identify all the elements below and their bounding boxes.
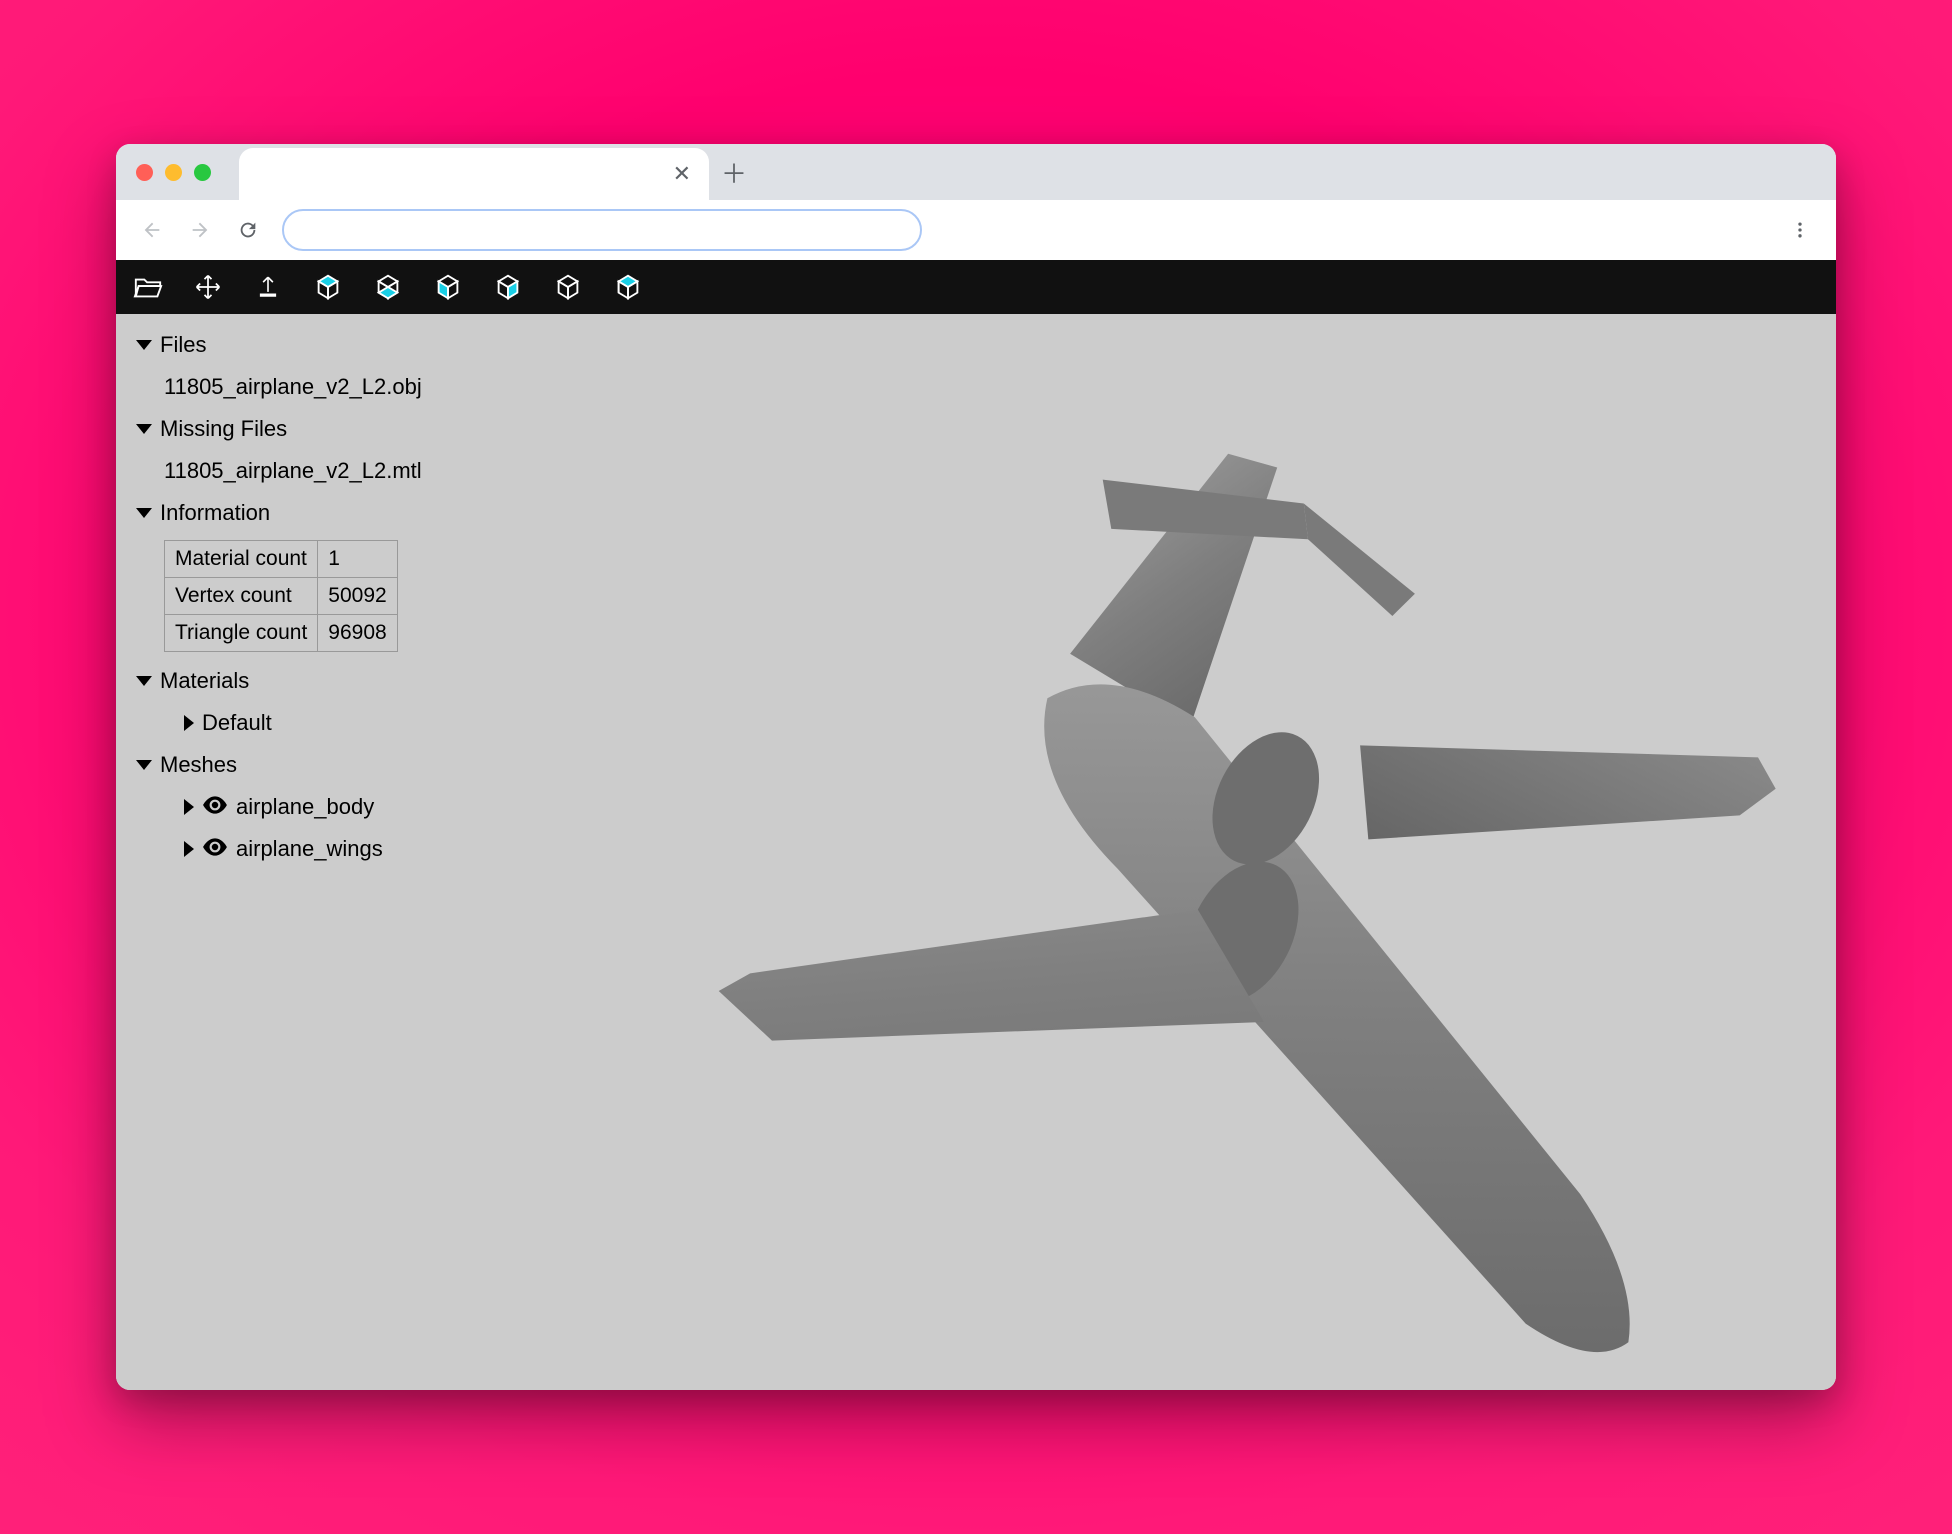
browser-address-bar[interactable] [282,209,922,251]
meshes-section-header[interactable]: Meshes [130,744,606,786]
visibility-toggle-icon[interactable] [202,794,228,820]
export-icon [255,274,281,300]
move-button[interactable] [190,269,226,305]
mesh-name: airplane_body [236,794,374,820]
window-minimize-button[interactable] [165,164,182,181]
nav-forward-button[interactable] [180,210,220,250]
window-zoom-button[interactable] [194,164,211,181]
chevron-right-icon [184,799,194,815]
mesh-item[interactable]: airplane_body [130,786,606,828]
meshes-heading: Meshes [160,752,237,778]
browser-nav-bar [116,200,1836,260]
info-label: Triangle count [165,615,318,652]
browser-tab[interactable]: ✕ [239,148,709,200]
materials-section-header[interactable]: Materials [130,660,606,702]
info-value: 96908 [318,615,397,652]
cube-mode-4-button[interactable] [490,269,526,305]
missing-files-heading: Missing Files [160,416,287,442]
chevron-down-icon [136,676,152,686]
table-row: Material count 1 [165,541,398,578]
missing-files-section-header[interactable]: Missing Files [130,408,606,450]
browser-tab-strip: ✕ ＋ [116,144,1836,200]
side-panel: Files 11805_airplane_v2_L2.obj Missing F… [116,314,606,1390]
cube-mode-2-icon [373,272,403,302]
window-traffic-lights [136,164,211,181]
info-label: Material count [165,541,318,578]
file-name: 11805_airplane_v2_L2.obj [164,374,422,400]
cube-mode-3-icon [433,272,463,302]
table-row: Triangle count 96908 [165,615,398,652]
file-item[interactable]: 11805_airplane_v2_L2.obj [130,366,606,408]
files-heading: Files [160,332,206,358]
mesh-item[interactable]: airplane_wings [130,828,606,870]
mesh-name: airplane_wings [236,836,383,862]
viewer-body: Files 11805_airplane_v2_L2.obj Missing F… [116,314,1836,1390]
close-tab-icon[interactable]: ✕ [673,161,691,187]
move-icon [194,273,222,301]
info-value: 1 [318,541,397,578]
information-table: Material count 1 Vertex count 50092 Tria… [164,540,398,652]
chevron-right-icon [184,715,194,731]
viewport-3d[interactable] [606,314,1836,1390]
nav-reload-button[interactable] [228,210,268,250]
browser-window: ✕ ＋ [116,144,1836,1390]
info-label: Vertex count [165,578,318,615]
cube-mode-4-icon [493,272,523,302]
chevron-down-icon [136,424,152,434]
chevron-down-icon [136,340,152,350]
information-section-header[interactable]: Information [130,492,606,534]
cube-mode-1-button[interactable] [310,269,346,305]
missing-file-name: 11805_airplane_v2_L2.mtl [164,458,422,484]
open-folder-button[interactable] [130,269,166,305]
info-value: 50092 [318,578,397,615]
window-close-button[interactable] [136,164,153,181]
visibility-toggle-icon[interactable] [202,836,228,862]
missing-file-item[interactable]: 11805_airplane_v2_L2.mtl [130,450,606,492]
cube-mode-5-button[interactable] [550,269,586,305]
arrow-left-icon [141,219,163,241]
cube-mode-5-icon [553,272,583,302]
browser-menu-button[interactable] [1780,210,1820,250]
cube-mode-3-button[interactable] [430,269,466,305]
chevron-down-icon [136,760,152,770]
table-row: Vertex count 50092 [165,578,398,615]
chevron-right-icon [184,841,194,857]
reload-icon [237,219,259,241]
chevron-down-icon [136,508,152,518]
cube-mode-1-icon [313,272,343,302]
files-section-header[interactable]: Files [130,324,606,366]
cube-mode-6-button[interactable] [610,269,646,305]
arrow-right-icon [189,219,211,241]
model-render-placeholder [606,314,1836,1390]
open-folder-icon [133,272,163,302]
nav-back-button[interactable] [132,210,172,250]
cube-mode-6-icon [613,272,643,302]
information-heading: Information [160,500,270,526]
cube-mode-2-button[interactable] [370,269,406,305]
viewer-toolbar [116,260,1836,314]
material-name: Default [202,710,272,736]
material-item[interactable]: Default [130,702,606,744]
export-button[interactable] [250,269,286,305]
new-tab-button[interactable]: ＋ [713,151,755,193]
browser-address-input[interactable] [302,221,902,239]
materials-heading: Materials [160,668,249,694]
kebab-icon [1790,220,1810,240]
